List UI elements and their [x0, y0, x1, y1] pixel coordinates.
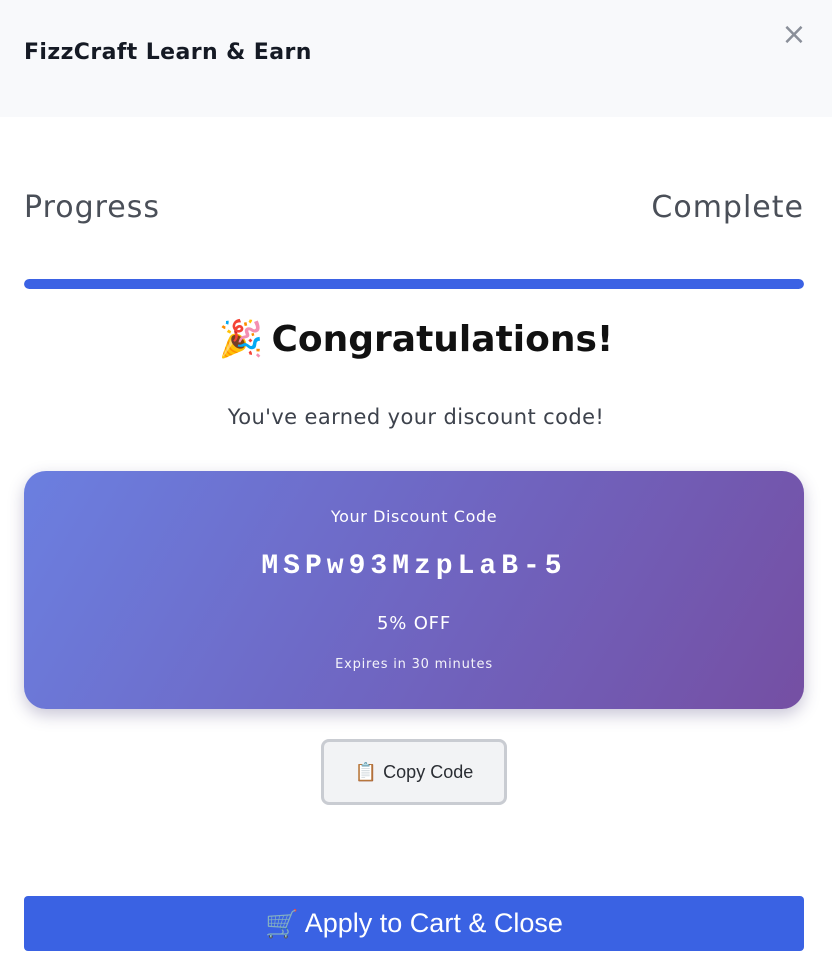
congrats-subtitle: You've earned your discount code! [227, 405, 605, 429]
modal-header: FizzCraft Learn & Earn × [0, 0, 832, 117]
apply-to-cart-button[interactable]: 🛒 Apply to Cart & Close [24, 896, 804, 951]
discount-code-value: MSPw93MzpLaB-5 [261, 551, 567, 582]
congrats-heading: 🎉 Congratulations! [0, 318, 832, 360]
discount-code-card: Your Discount Code MSPw93MzpLaB-5 5% OFF… [24, 471, 804, 709]
discount-code-label: Your Discount Code [330, 507, 498, 526]
progress-bar [24, 279, 804, 289]
discount-expiry: Expires in 30 minutes [335, 657, 493, 672]
party-popper-icon: 🎉 [218, 319, 264, 360]
modal-title: FizzCraft Learn & Earn [24, 40, 312, 65]
congrats-title: Congratulations! [271, 319, 614, 360]
copy-code-button[interactable]: 📋 Copy Code [321, 739, 507, 805]
apply-to-cart-label: Apply to Cart & Close [304, 908, 563, 938]
progress-label: Progress [24, 190, 161, 225]
clipboard-icon: 📋 [354, 761, 378, 782]
close-icon[interactable]: × [780, 20, 808, 50]
discount-percent: 5% OFF [377, 613, 451, 634]
shopping-cart-icon: 🛒 [265, 908, 299, 939]
progress-status: Complete [651, 190, 804, 225]
copy-code-label: Copy Code [383, 761, 474, 782]
progress-bar-fill [24, 279, 804, 289]
